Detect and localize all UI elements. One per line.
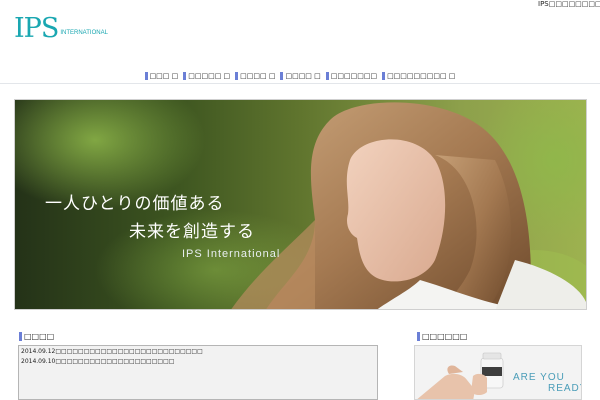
nav-item-label: □□□□□□□□□ □ bbox=[387, 72, 456, 80]
nav-item-5[interactable]: □□□□□□□ bbox=[325, 70, 378, 82]
section-marker-icon bbox=[19, 332, 22, 341]
promo-text-line-1: ARE YOU bbox=[513, 372, 565, 383]
nav-item-1[interactable]: □□□ □ bbox=[144, 70, 179, 82]
site-logo[interactable]: IPS INTERNATIONAL bbox=[14, 14, 108, 44]
hero-banner: 一人ひとりの価値ある 未来を創造する IPS International bbox=[14, 99, 587, 310]
news-heading: □□□□ bbox=[19, 332, 54, 341]
hero-headline-2: 未来を創造する bbox=[129, 222, 255, 242]
news-list[interactable]: 2014.09.12□□□□□□□□□□□□□□□□□□□□□□□□□□ 201… bbox=[18, 345, 378, 400]
news-item[interactable]: 2014.09.12□□□□□□□□□□□□□□□□□□□□□□□□□□ bbox=[21, 347, 375, 357]
section-marker-icon bbox=[417, 332, 420, 341]
nav-item-label: □□□□□ □ bbox=[188, 72, 231, 80]
nav-item-label: □□□□□□□ bbox=[330, 72, 378, 80]
nav-item-4[interactable]: □□□□ □ bbox=[280, 70, 321, 82]
nav-item-2[interactable]: □□□□□ □ bbox=[183, 70, 230, 82]
sidebar-heading-label: □□□□□□ bbox=[422, 332, 468, 341]
nav-marker-icon bbox=[325, 72, 329, 80]
nav-marker-icon bbox=[235, 72, 239, 80]
news-heading-label: □□□□ bbox=[24, 332, 55, 341]
logo-mark: IPS bbox=[14, 13, 59, 44]
logo-subtitle: INTERNATIONAL bbox=[60, 30, 108, 36]
nav-item-label: □□□ □ bbox=[149, 72, 179, 80]
promo-text-line-2: READY? bbox=[548, 383, 581, 394]
global-nav: □□□ □ □□□□□ □ □□□□ □ □□□□ □ □□□□□□□ □□□□… bbox=[0, 70, 600, 82]
nav-marker-icon bbox=[280, 72, 284, 80]
nav-marker-icon bbox=[183, 72, 187, 80]
hero-headline-1: 一人ひとりの価値ある bbox=[45, 194, 225, 214]
news-item[interactable]: 2014.09.10□□□□□□□□□□□□□□□□□□□□□ bbox=[21, 357, 375, 367]
nav-item-3[interactable]: □□□□ □ bbox=[235, 70, 275, 82]
promo-banner[interactable]: ARE YOU READY? bbox=[414, 345, 582, 400]
nav-list: □□□ □ □□□□□ □ □□□□ □ □□□□ □ □□□□□□□ □□□□… bbox=[144, 70, 455, 82]
nav-item-label: □□□□ □ bbox=[285, 72, 321, 80]
hero-brand: IPS International bbox=[182, 248, 281, 260]
header-tagline: IPS□□□□□□□□□□□□□□ bbox=[538, 0, 600, 8]
sidebar-heading: □□□□□□ bbox=[417, 332, 467, 341]
nav-marker-icon bbox=[144, 72, 148, 80]
nav-item-label: □□□□ □ bbox=[240, 72, 276, 80]
nav-marker-icon bbox=[382, 72, 386, 80]
nav-item-6[interactable]: □□□□□□□□□ □ bbox=[382, 70, 455, 82]
site-header: IPS INTERNATIONAL IPS□□□□□□□□ □□□ □ □□ □□□ … bbox=[0, 0, 600, 84]
